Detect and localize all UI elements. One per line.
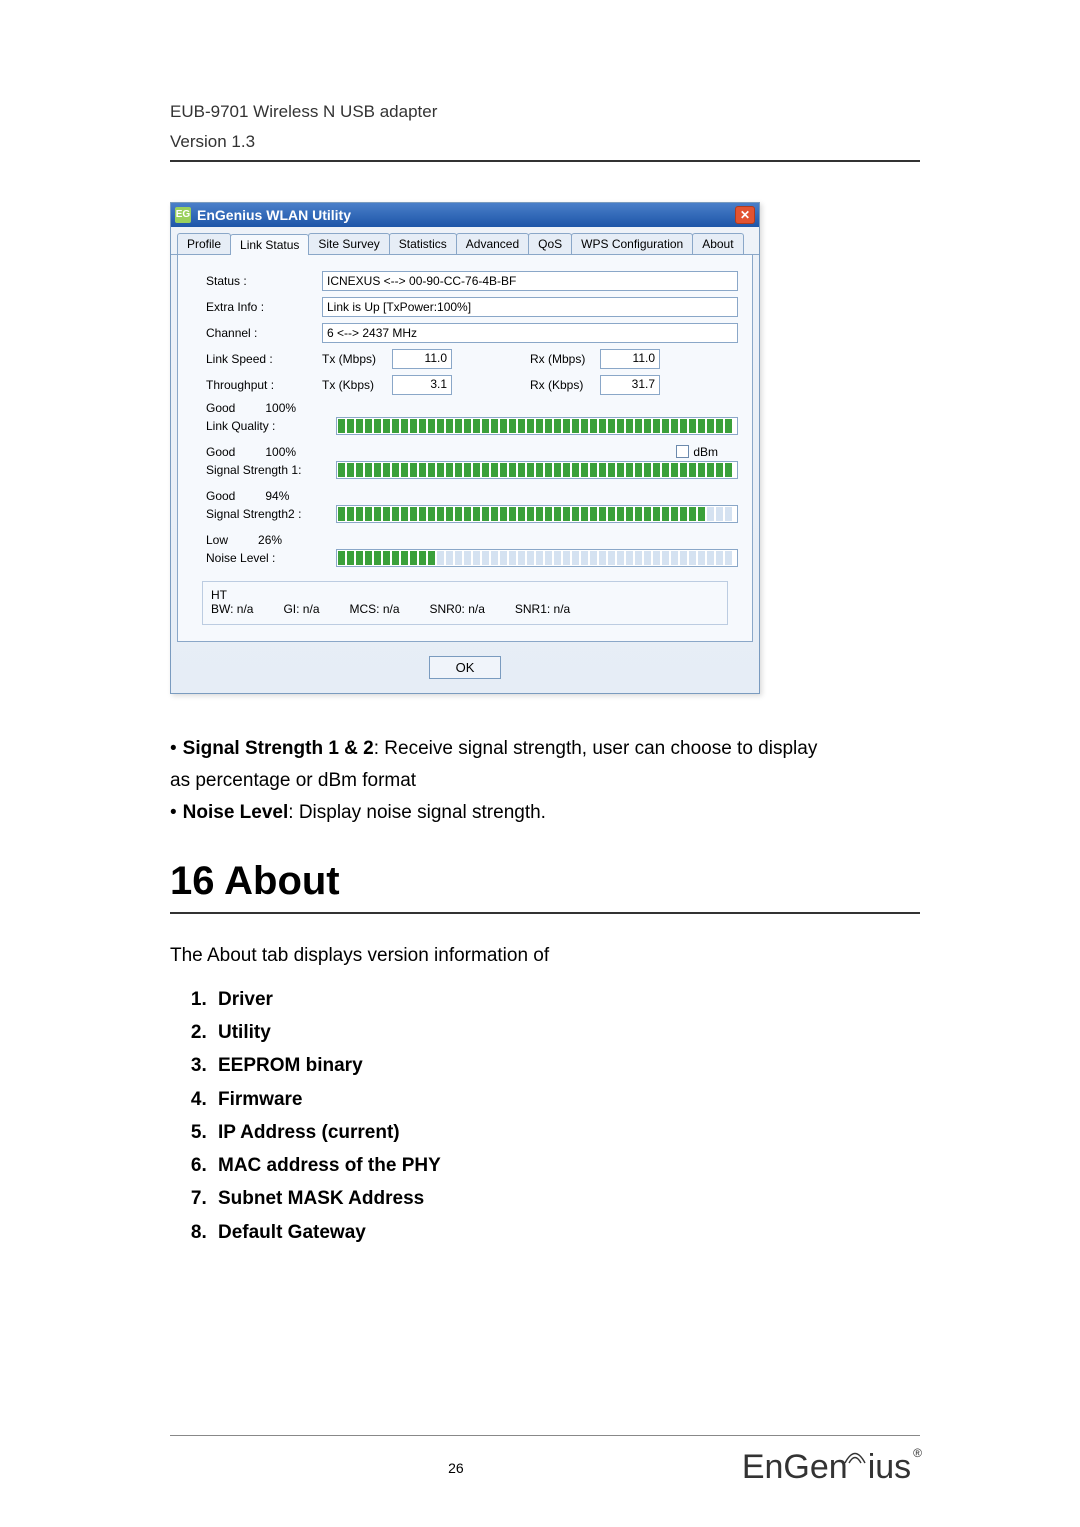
page-header-product: EUB-9701 Wireless N USB adapter	[170, 100, 920, 124]
list-item: IP Address (current)	[212, 1116, 920, 1149]
list-item: Subnet MASK Address	[212, 1182, 920, 1215]
app-icon: EG	[175, 207, 191, 223]
lq-label: Link Quality :	[206, 419, 336, 433]
noise-level-bar	[336, 549, 738, 567]
section-heading: 16 About	[170, 859, 920, 904]
extrainfo-label: Extra Info :	[192, 300, 322, 314]
bullet-label-nl: Noise Level	[183, 802, 289, 823]
ht-snr0: SNR0: n/a	[430, 602, 485, 616]
list-item: EEPROM binary	[212, 1049, 920, 1082]
wifi-icon	[844, 1434, 866, 1448]
channel-field: 6 <--> 2437 MHz	[322, 323, 738, 343]
tab-link-status[interactable]: Link Status	[230, 234, 309, 255]
section-intro: The About tab displays version informati…	[170, 940, 920, 972]
rx-mbps-label: Rx (Mbps)	[530, 352, 600, 366]
section-divider	[170, 912, 920, 914]
list-item: Firmware	[212, 1083, 920, 1116]
dbm-label: dBm	[693, 445, 718, 459]
ss1-label: Signal Strength 1:	[206, 463, 336, 477]
page-header-version: Version 1.3	[170, 130, 920, 154]
throughput-label: Throughput :	[192, 378, 322, 392]
ht-gi: GI: n/a	[283, 602, 319, 616]
list-item: Utility	[212, 1016, 920, 1049]
channel-label: Channel :	[192, 326, 322, 340]
status-label: Status :	[192, 274, 322, 288]
list-item: Driver	[212, 983, 920, 1016]
list-item: MAC address of the PHY	[212, 1149, 920, 1182]
ok-button[interactable]: OK	[429, 656, 502, 679]
title-bar: EG EnGenius WLAN Utility ✕	[171, 203, 759, 227]
nl-rating: Low	[206, 533, 228, 547]
link-speed-label: Link Speed :	[192, 352, 322, 366]
signal-strength-1-bar	[336, 461, 738, 479]
link-status-panel: Status : ICNEXUS <--> 00-90-CC-76-4B-BF …	[177, 255, 753, 642]
close-icon[interactable]: ✕	[735, 206, 755, 224]
lq-rating: Good	[206, 401, 235, 415]
ht-bw: BW: n/a	[211, 602, 253, 616]
rx-mbps-value: 11.0	[600, 349, 660, 369]
rx-kbps-label: Rx (Kbps)	[530, 378, 600, 392]
bullet-text-nl: : Display noise signal strength.	[288, 802, 546, 823]
tx-kbps-value: 3.1	[392, 375, 452, 395]
ss2-pct: 94%	[265, 489, 289, 503]
lq-pct: 100%	[265, 401, 296, 415]
window-title: EnGenius WLAN Utility	[197, 207, 735, 223]
ss2-label: Signal Strength2 :	[206, 507, 336, 521]
bullet-cont-ss: as percentage or dBm format	[170, 765, 920, 797]
body-text: • Signal Strength 1 & 2: Receive signal …	[170, 733, 920, 830]
tx-kbps-label: Tx (Kbps)	[322, 378, 392, 392]
tab-advanced[interactable]: Advanced	[456, 233, 529, 254]
tab-site-survey[interactable]: Site Survey	[308, 233, 389, 254]
dbm-checkbox[interactable]: dBm	[676, 445, 718, 459]
ht-group: HT BW: n/a GI: n/a MCS: n/a SNR0: n/a SN…	[202, 581, 728, 625]
bullet-text-ss: : Receive signal strength, user can choo…	[374, 738, 818, 759]
checkbox-icon[interactable]	[676, 445, 689, 458]
bullet-icon: •	[170, 797, 177, 829]
brand-logo: EnGen ius®	[742, 1448, 920, 1487]
tx-mbps-label: Tx (Mbps)	[322, 352, 392, 366]
ht-legend: HT	[211, 588, 227, 602]
nl-label: Noise Level :	[206, 551, 336, 565]
link-quality-bar	[336, 417, 738, 435]
tab-about[interactable]: About	[692, 233, 743, 254]
list-item: Default Gateway	[212, 1216, 920, 1249]
tab-qos[interactable]: QoS	[528, 233, 572, 254]
tab-statistics[interactable]: Statistics	[389, 233, 457, 254]
nl-pct: 26%	[258, 533, 282, 547]
ss1-rating: Good	[206, 445, 235, 459]
page-footer: 26 EnGen ius®	[170, 1435, 920, 1487]
status-field[interactable]: ICNEXUS <--> 00-90-CC-76-4B-BF	[322, 271, 738, 291]
about-list: Driver Utility EEPROM binary Firmware IP…	[170, 983, 920, 1249]
tx-mbps-value: 11.0	[392, 349, 452, 369]
app-window: EG EnGenius WLAN Utility ✕ Profile Link …	[170, 202, 760, 694]
bullet-icon: •	[170, 733, 177, 765]
extrainfo-field: Link is Up [TxPower:100%]	[322, 297, 738, 317]
ht-snr1: SNR1: n/a	[515, 602, 570, 616]
ss1-pct: 100%	[265, 445, 296, 459]
ss2-rating: Good	[206, 489, 235, 503]
tab-profile[interactable]: Profile	[177, 233, 231, 254]
header-divider	[170, 160, 920, 162]
ht-mcs: MCS: n/a	[350, 602, 400, 616]
page-number: 26	[448, 1460, 464, 1476]
tab-wps[interactable]: WPS Configuration	[571, 233, 693, 254]
signal-strength-2-bar	[336, 505, 738, 523]
bullet-label-ss: Signal Strength 1 & 2	[183, 738, 374, 759]
rx-kbps-value: 31.7	[600, 375, 660, 395]
tab-row: Profile Link Status Site Survey Statisti…	[171, 227, 759, 255]
